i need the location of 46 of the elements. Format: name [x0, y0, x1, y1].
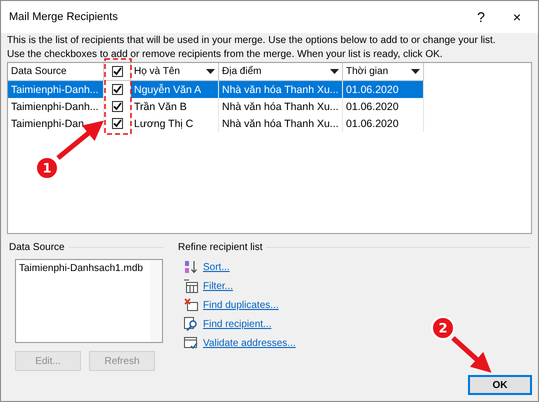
table-cell: Nhà văn hóa Thanh Xu...	[219, 81, 343, 98]
scrollbar[interactable]	[150, 260, 162, 342]
validate-icon	[184, 336, 198, 350]
sort-icon	[184, 260, 198, 274]
checkbox[interactable]	[112, 84, 122, 95]
group-title: Data Source	[9, 242, 65, 253]
list-item[interactable]: Taimienphi-Danhsach1.mdb	[19, 263, 147, 274]
instruction-text: Use the checkboxes to add or remove recipients from the merge. When your list is ready, click OK.	[6, 48, 444, 61]
table-cell: Lương Thị C	[131, 115, 219, 132]
checkbox[interactable]	[112, 118, 122, 129]
column-header[interactable]: Địa điểm	[219, 63, 343, 81]
link[interactable]: Filter...	[203, 280, 234, 292]
instruction-text: This is the list of recipients that will be used in your merge. Use the options below to add to or change your list.	[6, 34, 497, 47]
dropdown-caret-icon[interactable]	[206, 69, 215, 74]
column-header[interactable]: Data Source	[8, 63, 104, 81]
column-header[interactable]: Thời gian	[343, 63, 424, 81]
close-button[interactable]: ×	[502, 9, 532, 25]
table-row[interactable]: Taimienphi-Danh... Trần Văn B Nhà văn hóa Thanh Xu... 01.06.2020	[8, 98, 424, 115]
pointer-arrow	[451, 336, 492, 373]
link[interactable]: Validate addresses...	[203, 338, 296, 348]
table-cell: 01.06.2020	[343, 115, 424, 132]
table-row[interactable]: Taimienphi-Dan Lương Thị C Nhà văn hóa Thanh Xu... 01.06.2020	[8, 115, 424, 132]
column-header[interactable]: Họ và Tên	[131, 63, 219, 81]
checkbox[interactable]	[112, 101, 122, 112]
link[interactable]: Find recipient...	[203, 318, 272, 330]
table-cell: Nguyễn Văn A	[131, 81, 219, 98]
checkbox[interactable]	[112, 66, 122, 77]
table-cell: 01.06.2020	[343, 81, 424, 98]
dropdown-caret-icon[interactable]	[330, 69, 339, 74]
table-cell: Nhà văn hóa Thanh Xu...	[219, 115, 343, 132]
table-cell: Nhà văn hóa Thanh Xu...	[219, 98, 343, 115]
table-cell: 01.06.2020	[343, 98, 424, 115]
data-source-list[interactable]: Taimienphi-Danhsach1.mdb	[15, 259, 163, 343]
dropdown-caret-icon[interactable]	[411, 69, 420, 74]
group-title: Refine recipient list	[178, 242, 262, 253]
table-cell: Taimienphi-Danh...	[8, 81, 104, 98]
ok-button[interactable]: OK	[468, 375, 532, 395]
search-icon	[184, 317, 198, 331]
table-cell: Trần Văn B	[131, 98, 219, 115]
help-button[interactable]: ?	[466, 9, 496, 25]
window-title: Mail Merge Recipients	[9, 11, 119, 23]
table-icon	[184, 279, 198, 293]
link[interactable]: Find duplicates...	[203, 300, 279, 310]
link[interactable]: Sort...	[203, 262, 230, 272]
table-row[interactable]: Taimienphi-Danh... Nguyễn Văn A Nhà văn hóa Thanh Xu... 01.06.2020	[8, 81, 424, 98]
duplicates-icon	[184, 298, 198, 312]
